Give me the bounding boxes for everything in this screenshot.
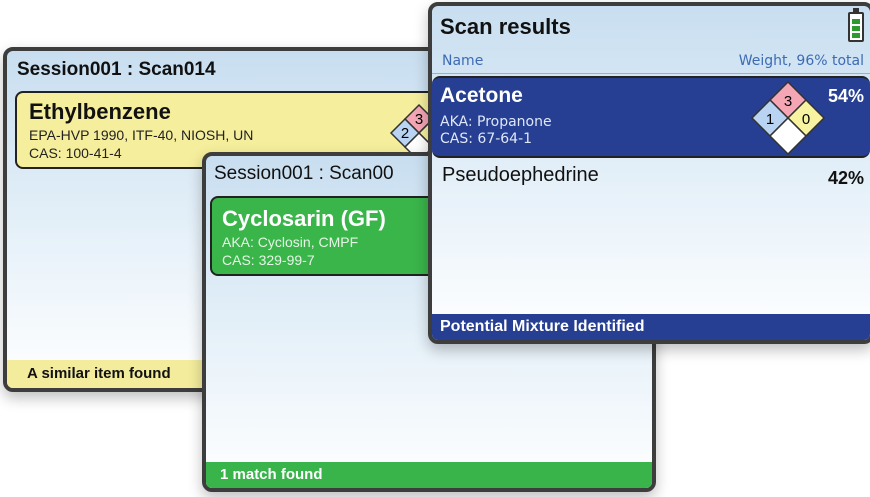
substance-cas: CAS: 67-64-1 [440,131,533,147]
scan-results-screen: Scan results Name Weight, 96% total Acet… [428,2,870,344]
column-weight-label: Weight, 96% total [738,53,864,69]
substance-name: Acetone [440,84,523,107]
substance-cas: CAS: 100-41-4 [29,145,122,161]
substance-aka: AKA: Cyclosin, CMPF [222,234,359,250]
status-bar: 1 match found [206,462,652,488]
nfpa-reactivity-value: 0 [802,111,810,128]
column-header: Name Weight, 96% total [432,51,870,74]
status-text: Potential Mixture Identified [440,318,645,335]
screen-title: Session001 : Scan014 [17,59,216,80]
substance-sources: EPA-HVP 1990, ITF-40, NIOSH, UN [29,127,254,143]
column-name-label: Name [442,53,484,69]
nfpa-fire-value: 3 [784,93,792,110]
status-text: 1 match found [220,466,323,483]
status-text: A similar item found [27,365,171,382]
status-bar: Potential Mixture Identified [432,314,870,340]
nfpa-health-value: 2 [401,125,409,142]
substance-name: Ethylbenzene [29,99,171,124]
weight-percent: 54% [827,86,864,106]
battery-icon [848,8,864,42]
substance-aka: AKA: Propanone [440,114,552,130]
screen-title: Scan results [440,14,571,39]
weight-percent: 42% [827,168,864,188]
substance-cas: CAS: 329-99-7 [222,252,315,268]
result-row-selected[interactable]: Acetone AKA: Propanone CAS: 67-64-1 3 1 … [432,76,870,158]
substance-name: Pseudoephedrine [442,164,599,186]
screen-title: Session001 : Scan00 [214,163,394,184]
substance-name: Cyclosarin (GF) [222,206,386,231]
nfpa-fire-value: 3 [415,111,423,128]
nfpa-health-value: 1 [766,111,774,128]
nfpa-diamond-icon: 3 1 0 [750,80,826,156]
